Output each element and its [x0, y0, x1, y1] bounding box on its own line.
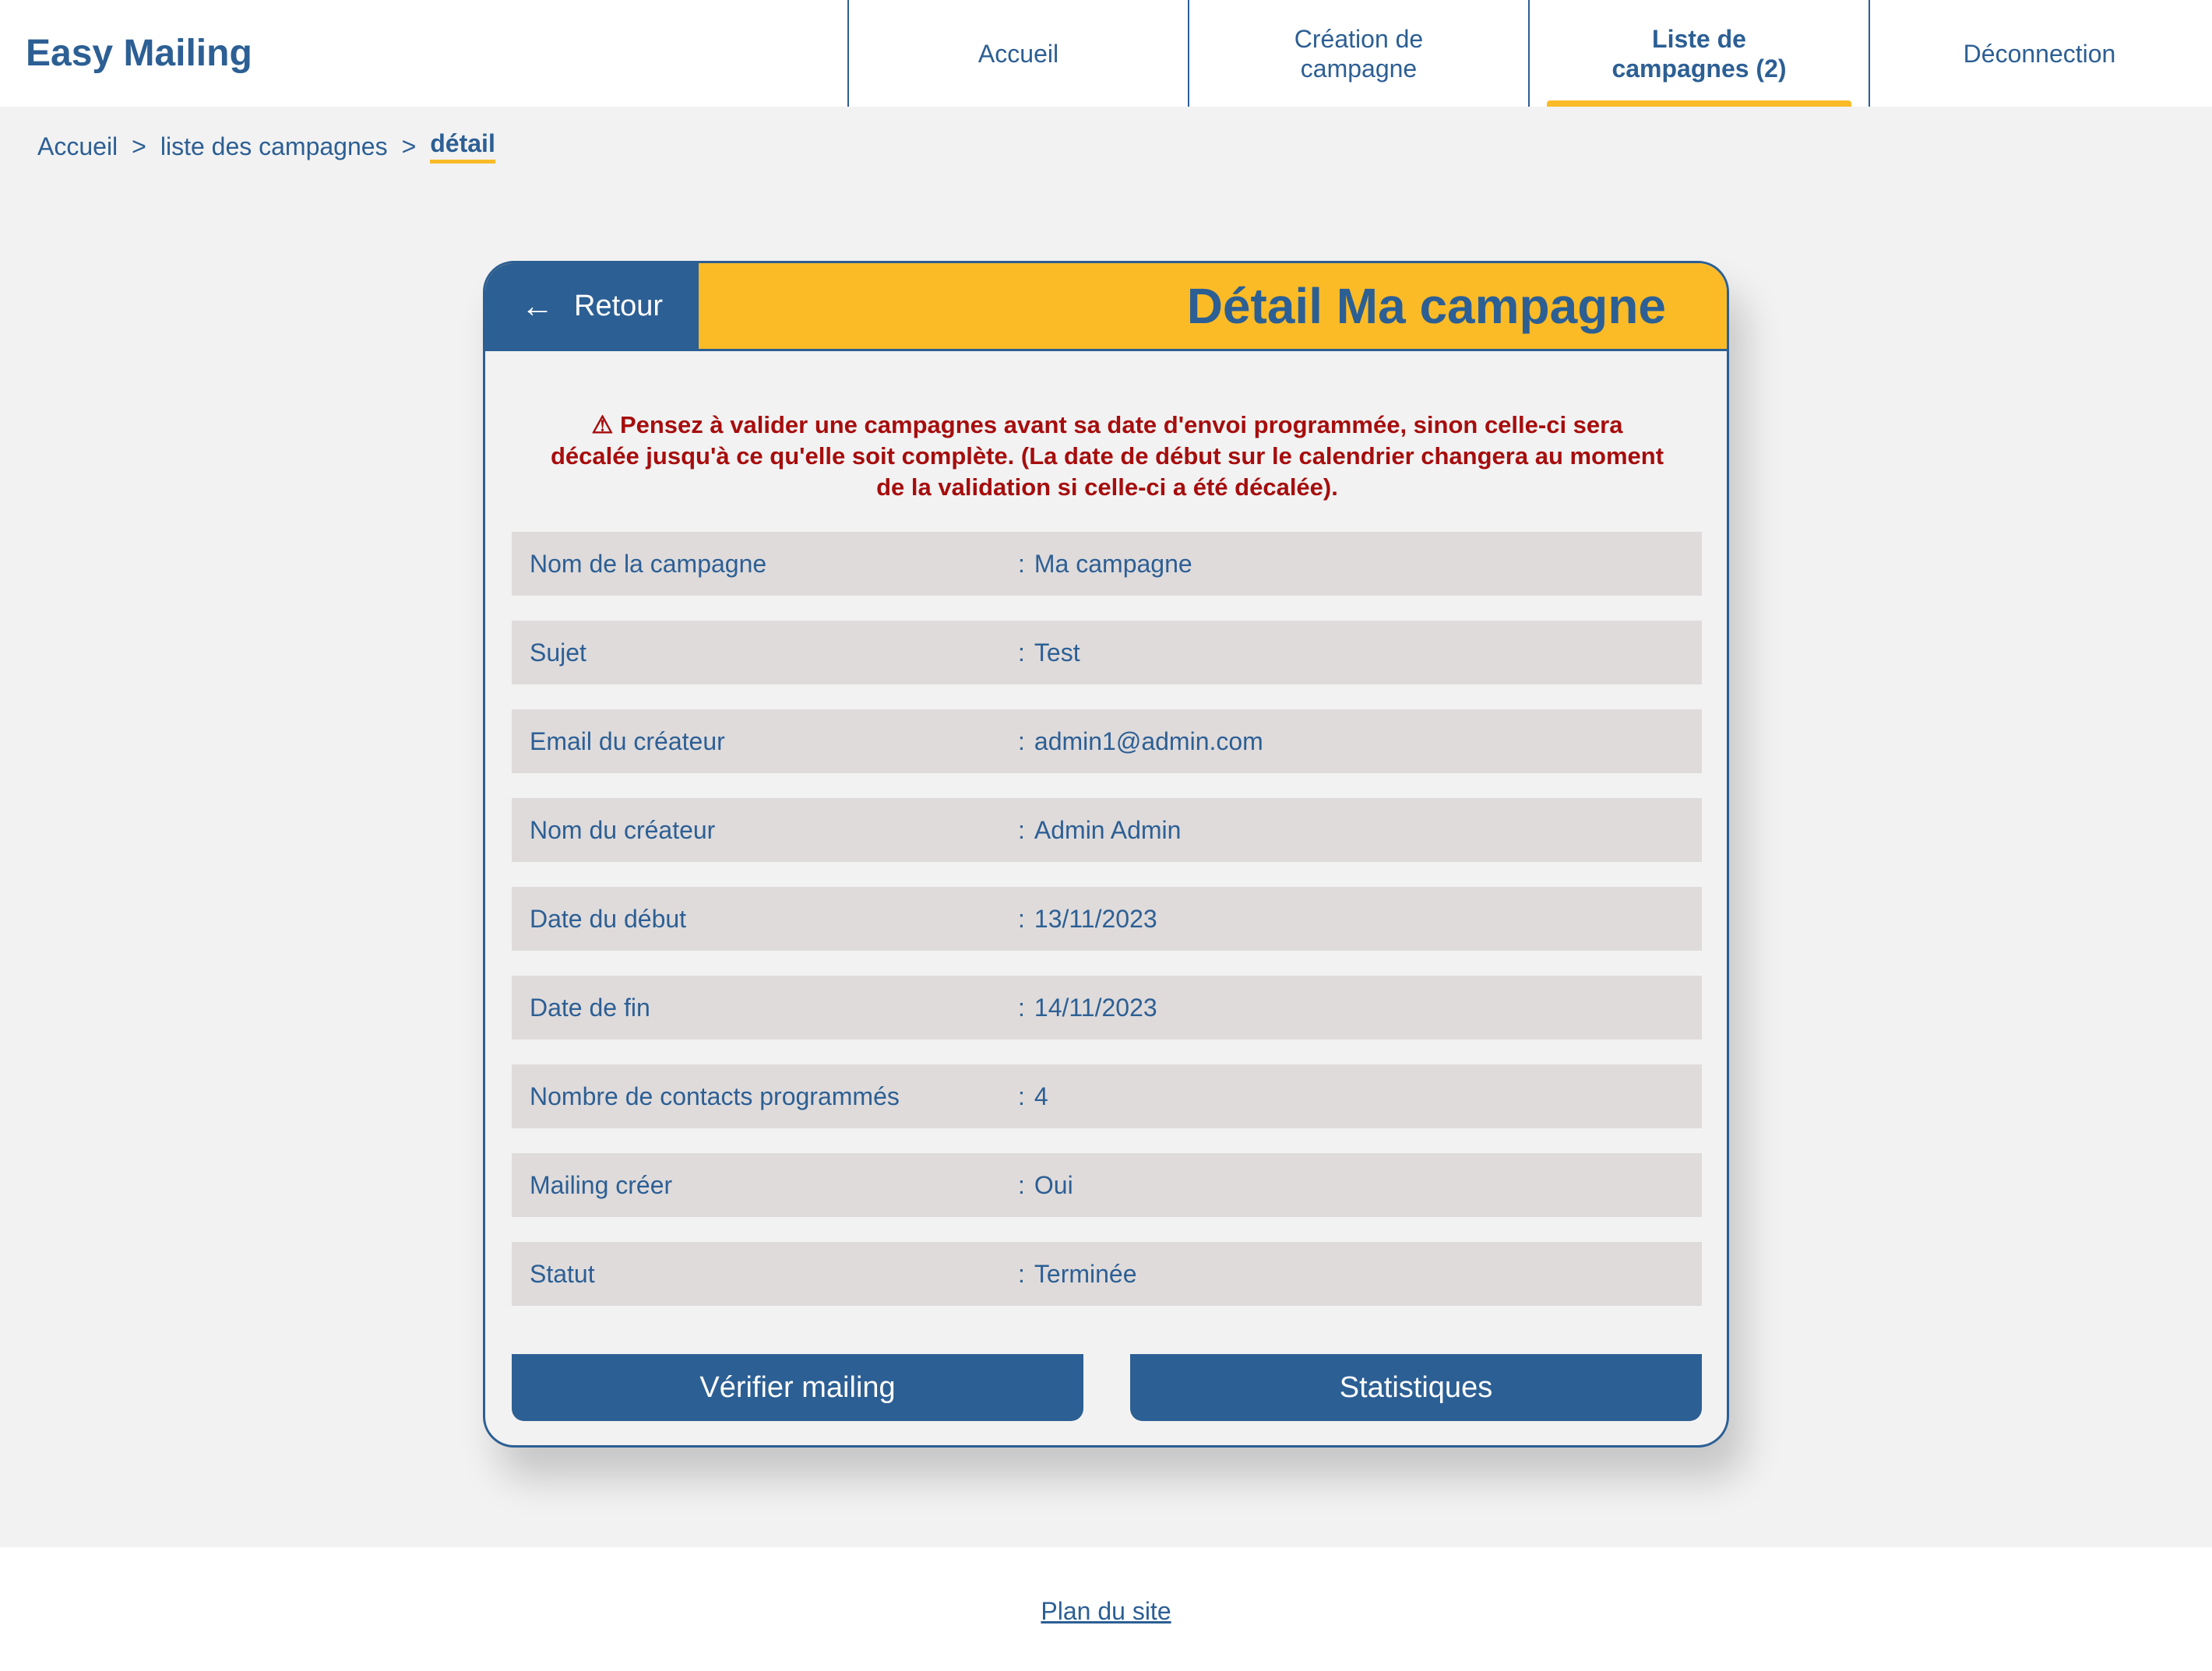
detail-row-nom-campagne: Nom de la campagne : Ma campagne [512, 532, 1702, 596]
detail-value: admin1@admin.com [1034, 726, 1263, 755]
detail-value: Admin Admin [1034, 815, 1182, 844]
detail-colon: : [1018, 1170, 1025, 1199]
card-actions: Vérifier mailing Statistiques [512, 1354, 1702, 1421]
main-nav: Accueil Création de campagne Liste de ca… [847, 0, 2209, 107]
statistics-button[interactable]: Statistiques [1130, 1354, 1702, 1421]
nav-item-label: Création de campagne [1294, 24, 1424, 83]
detail-value: 14/11/2023 [1034, 993, 1157, 1022]
detail-label: Nombre de contacts programmés [530, 1082, 900, 1110]
back-button-label: Retour [574, 289, 664, 322]
warning-text: Pensez à valider une campagnes avant sa … [550, 411, 1664, 501]
detail-colon: : [1018, 1082, 1025, 1110]
breadcrumb: Accueil > liste des campagnes > détail [37, 129, 495, 164]
detail-colon: : [1018, 904, 1025, 933]
detail-row-mailing-creer: Mailing créer : Oui [512, 1153, 1702, 1217]
nav-item-label: Liste de campagnes (2) [1611, 24, 1787, 83]
detail-value: Oui [1034, 1170, 1073, 1199]
detail-colon: : [1018, 549, 1025, 578]
page-title: Détail Ma campagne [1186, 278, 1666, 334]
detail-colon: : [1018, 1259, 1025, 1288]
footer: Plan du site [0, 1547, 2212, 1671]
nav-item-label: Déconnection [1963, 39, 2116, 68]
detail-label: Date du début [530, 904, 687, 933]
detail-label: Nom de la campagne [530, 549, 767, 578]
left-arrow-icon: ← [521, 287, 554, 324]
detail-label: Statut [530, 1259, 595, 1288]
detail-row-sujet: Sujet : Test [512, 621, 1702, 684]
detail-value: 13/11/2023 [1034, 904, 1157, 933]
nav-item-accueil[interactable]: Accueil [847, 0, 1188, 107]
detail-label: Mailing créer [530, 1170, 673, 1199]
verify-mailing-button[interactable]: Vérifier mailing [512, 1354, 1083, 1421]
detail-row-email-createur: Email du créateur : admin1@admin.com [512, 709, 1702, 773]
card-header: ← Retour Détail Ma campagne [485, 263, 1727, 351]
warning-message: ⚠ Pensez à valider une campagnes avant s… [548, 410, 1667, 503]
detail-label: Email du créateur [530, 726, 725, 755]
detail-label: Sujet [530, 638, 586, 667]
breadcrumb-link-liste[interactable]: liste des campagnes [160, 132, 388, 161]
detail-colon: : [1018, 815, 1025, 844]
brand-logo[interactable]: Easy Mailing [26, 0, 252, 107]
detail-colon: : [1018, 638, 1025, 667]
warning-icon: ⚠ [591, 411, 614, 438]
breadcrumb-current: détail [430, 129, 495, 164]
detail-row-date-fin: Date de fin : 14/11/2023 [512, 976, 1702, 1040]
detail-value: 4 [1034, 1082, 1048, 1110]
detail-row-date-debut: Date du début : 13/11/2023 [512, 887, 1702, 951]
detail-list: Nom de la campagne : Ma campagne Sujet :… [512, 532, 1702, 1331]
detail-value: Test [1034, 638, 1080, 667]
nav-item-deconnection[interactable]: Déconnection [1869, 0, 2209, 107]
detail-value: Terminée [1034, 1259, 1137, 1288]
sitemap-link[interactable]: Plan du site [1041, 1597, 1171, 1628]
detail-colon: : [1018, 993, 1025, 1022]
detail-label: Date de fin [530, 993, 650, 1022]
breadcrumb-separator: > [132, 132, 146, 160]
nav-item-liste-campagnes[interactable]: Liste de campagnes (2) [1528, 0, 1869, 107]
nav-item-label: Accueil [977, 39, 1059, 68]
campaign-detail-card: ← Retour Détail Ma campagne ⚠ Pensez à v… [483, 261, 1729, 1448]
detail-row-statut: Statut : Terminée [512, 1242, 1702, 1306]
detail-label: Nom du créateur [530, 815, 716, 844]
detail-value: Ma campagne [1034, 549, 1192, 578]
top-header: Easy Mailing Accueil Création de campagn… [0, 0, 2212, 107]
breadcrumb-separator: > [401, 132, 417, 160]
detail-row-nombre-contacts: Nombre de contacts programmés : 4 [512, 1064, 1702, 1128]
breadcrumb-link-accueil[interactable]: Accueil [37, 132, 118, 161]
detail-row-nom-createur: Nom du créateur : Admin Admin [512, 798, 1702, 862]
back-button[interactable]: ← Retour [485, 263, 699, 349]
detail-colon: : [1018, 726, 1025, 755]
nav-item-creation-campagne[interactable]: Création de campagne [1188, 0, 1528, 107]
